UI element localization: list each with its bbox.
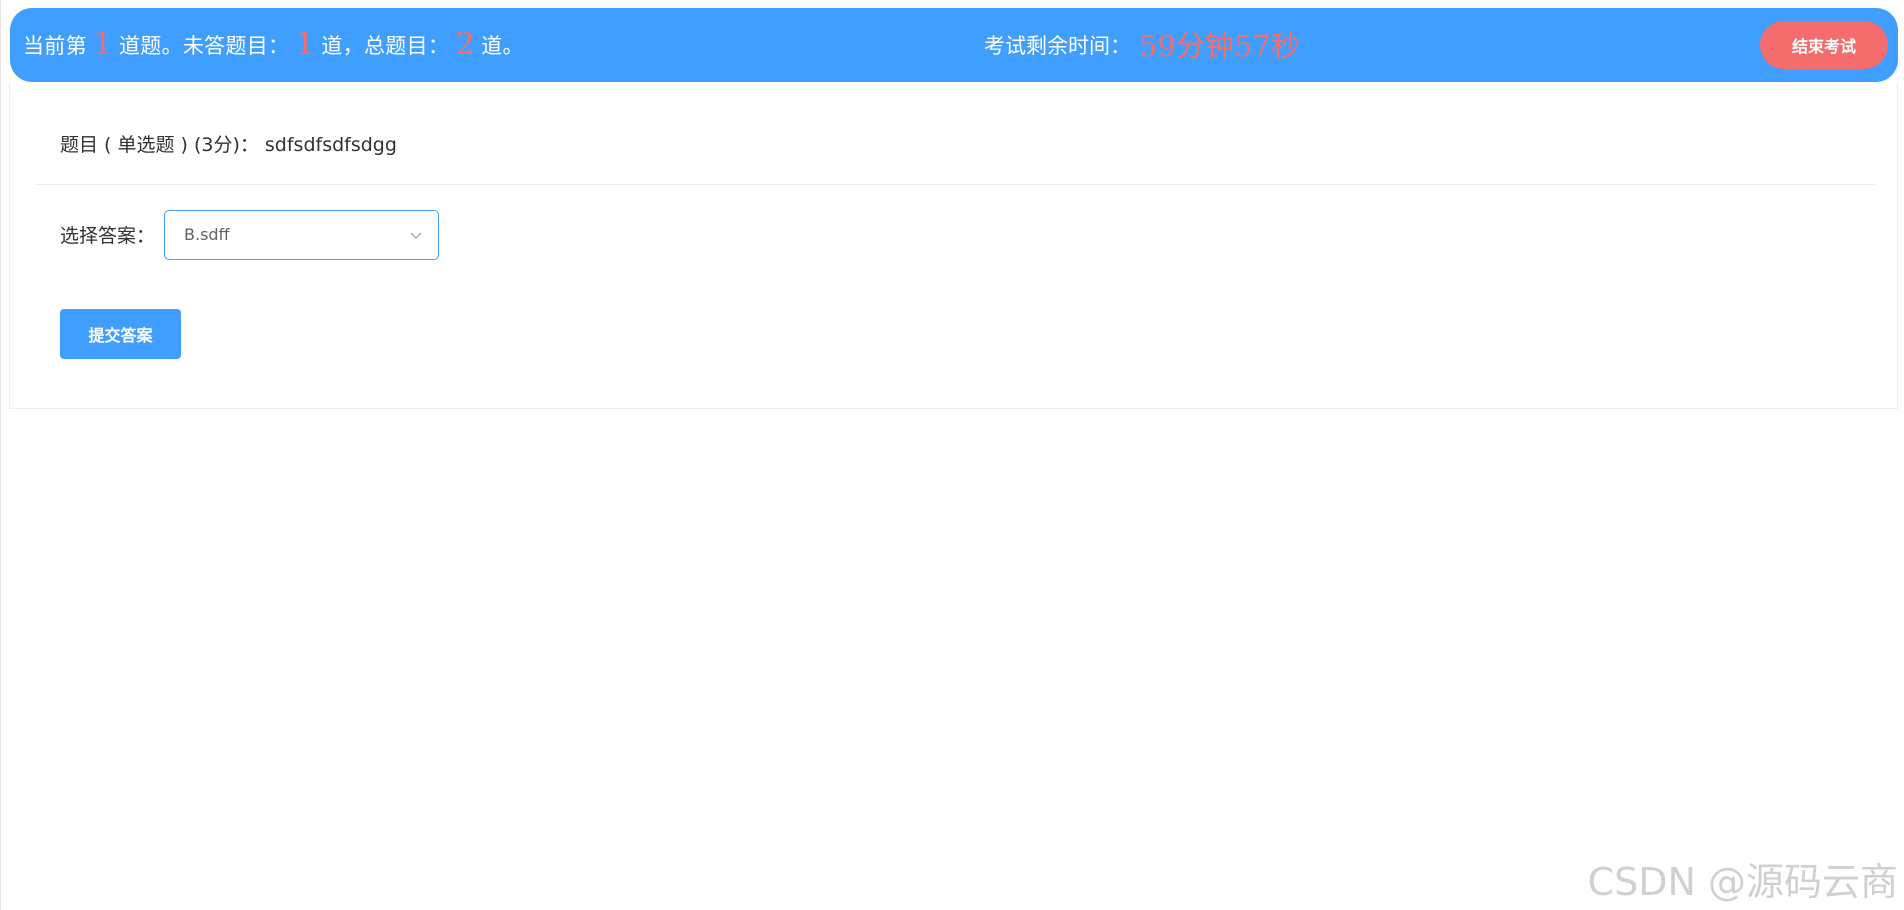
- question-title: 题目 ( 单选题 ) (3分)： sdfsdfsdfsdgg: [60, 130, 397, 157]
- exam-page: 当前第 1 道题。未答题目： 1 道，总题目： 2 道。 考试剩余时间： 59分…: [0, 0, 1904, 910]
- question-progress: 当前第 1 道题。未答题目： 1 道，总题目： 2 道。: [23, 8, 524, 82]
- watermark: CSDN @源码云商: [1587, 860, 1898, 904]
- divider: [35, 184, 1875, 185]
- question-label: 题目 ( 单选题 ) (3分)：: [60, 134, 259, 156]
- unanswered-count: 1: [295, 26, 316, 62]
- end-exam-button[interactable]: 结束考试: [1760, 21, 1888, 69]
- chevron-down-icon: [410, 232, 422, 239]
- answer-label: 选择答案：: [60, 225, 156, 247]
- current-suffix: 道题。未答题目：: [118, 34, 290, 58]
- submit-answer-button[interactable]: 提交答案: [60, 309, 181, 359]
- answer-select[interactable]: B.sdff: [164, 210, 439, 260]
- total-count: 2: [455, 26, 476, 62]
- unanswered-suffix: 道，总题目：: [321, 34, 450, 58]
- time-label: 考试剩余时间：: [984, 34, 1131, 58]
- total-suffix: 道。: [481, 34, 524, 58]
- time-value: 59分钟57秒: [1139, 29, 1300, 63]
- current-prefix: 当前第: [23, 34, 87, 58]
- question-content: sdfsdfsdfsdgg: [264, 134, 397, 156]
- left-border: [0, 0, 1, 910]
- current-question-number: 1: [92, 26, 113, 62]
- question-card: 题目 ( 单选题 ) (3分)： sdfsdfsdfsdgg 选择答案： B.sd…: [9, 82, 1898, 409]
- remaining-time: 考试剩余时间： 59分钟57秒: [984, 8, 1300, 82]
- exam-status-bar: 当前第 1 道题。未答题目： 1 道，总题目： 2 道。 考试剩余时间： 59分…: [10, 8, 1898, 82]
- answer-select-value: B.sdff: [184, 225, 230, 244]
